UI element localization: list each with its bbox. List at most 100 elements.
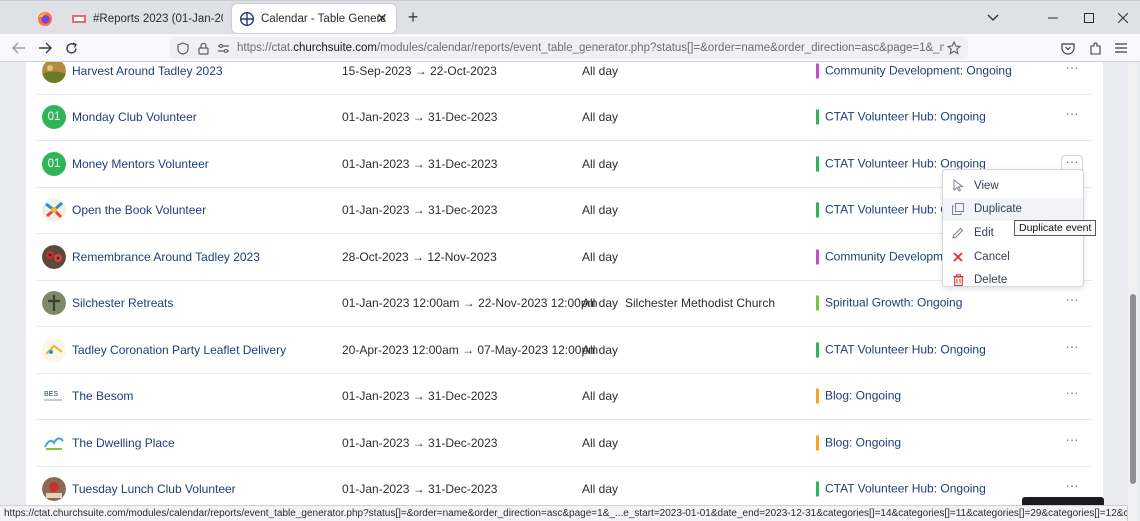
menu-item-label: Edit xyxy=(974,226,994,239)
pocket-button[interactable] xyxy=(1057,38,1079,58)
table-row[interactable]: Harvest Around Tadley 2023 15-Sep-2023 →… xyxy=(37,62,1092,95)
forward-button[interactable] xyxy=(34,38,56,58)
event-name-link[interactable]: Money Mentors Volunteer xyxy=(72,157,209,171)
extensions-button[interactable] xyxy=(1084,38,1106,58)
reports-favicon-icon xyxy=(72,14,86,23)
more-actions-button[interactable]: ··· xyxy=(1061,62,1083,80)
menu-item-delete[interactable]: Delete xyxy=(943,268,1083,292)
app-menu-button[interactable] xyxy=(1110,38,1132,58)
minimize-button[interactable] xyxy=(1040,1,1066,34)
tracking-protection-icon[interactable] xyxy=(173,38,193,58)
event-name-link[interactable]: Remembrance Around Tadley 2023 xyxy=(72,250,260,264)
table-row[interactable]: Tadley Coronation Party Leaflet Delivery… xyxy=(37,327,1092,374)
table-row[interactable]: The Dwelling Place 01-Jan-2023 → 31-Dec-… xyxy=(37,420,1092,467)
event-dates: 01-Jan-2023 → 31-Dec-2023 xyxy=(342,203,498,218)
tab-calendar[interactable]: Calendar - Table Generator ✕ xyxy=(232,4,396,33)
navigation-toolbar: https://ctat.churchsuite.com/modules/cal… xyxy=(0,34,1140,62)
event-dates: 15-Sep-2023 → 22-Oct-2023 xyxy=(342,63,497,78)
url-prefix: https://ctat. xyxy=(237,42,294,54)
copy-icon xyxy=(951,202,965,216)
event-category[interactable]: Spiritual Growth: Ongoing xyxy=(816,295,962,311)
event-allday: All day xyxy=(582,482,619,497)
table-row[interactable]: 01 Monday Club Volunteer 01-Jan-2023 → 3… xyxy=(37,95,1092,141)
event-category[interactable]: CTAT Volunteer Hub: Ongoing xyxy=(816,342,986,358)
event-name-link[interactable]: Tadley Coronation Party Leaflet Delivery xyxy=(72,343,286,357)
url-path: /modules/calendar/reports/event_table_ge… xyxy=(376,42,944,54)
event-allday: All day xyxy=(582,342,619,357)
event-category[interactable]: Community Developmen xyxy=(816,249,956,265)
hamburger-icon xyxy=(1115,43,1127,53)
menu-item-view[interactable]: View xyxy=(943,174,1083,198)
more-actions-button[interactable]: ··· xyxy=(1061,433,1083,452)
event-allday: All day xyxy=(582,110,619,125)
event-name-link[interactable]: The Besom xyxy=(72,389,133,403)
puzzle-icon xyxy=(1089,42,1101,55)
trash-icon xyxy=(951,273,965,287)
event-name-link[interactable]: Open the Book Volunteer xyxy=(72,203,206,217)
event-avatar xyxy=(42,291,66,316)
arrow-left-icon xyxy=(12,42,25,54)
page-permissions-icon[interactable] xyxy=(213,38,233,58)
more-actions-button[interactable]: ··· xyxy=(1061,386,1083,405)
lock-icon[interactable] xyxy=(193,38,213,58)
table-row[interactable]: Remembrance Around Tadley 2023 28-Oct-20… xyxy=(37,234,1092,281)
event-allday: All day xyxy=(582,389,619,404)
event-name-link[interactable]: Tuesday Lunch Club Volunteer xyxy=(72,482,236,496)
more-actions-button[interactable]: ··· xyxy=(1061,107,1083,126)
churchsuite-icon xyxy=(240,11,254,26)
tab-reports[interactable]: #Reports 2023 (01-Jan-2023) - C xyxy=(64,4,230,33)
event-category[interactable]: CTAT Volunteer Hub: Ongoing xyxy=(816,481,986,497)
table-row[interactable]: 01 Money Mentors Volunteer 01-Jan-2023 →… xyxy=(37,141,1092,188)
maximize-button[interactable] xyxy=(1076,1,1102,34)
page-viewport: Harvest Around Tadley 2023 15-Sep-2023 →… xyxy=(0,62,1140,521)
vertical-scrollbar[interactable] xyxy=(1128,62,1138,521)
reload-button[interactable] xyxy=(60,38,82,58)
event-dates: 28-Oct-2023 → 12-Nov-2023 xyxy=(342,249,497,264)
event-allday: All day xyxy=(582,203,619,218)
menu-item-label: Duplicate xyxy=(974,203,1022,216)
menu-item-cancel[interactable]: Cancel xyxy=(943,245,1083,269)
scrollbar-thumb[interactable] xyxy=(1130,294,1136,484)
tab-bar: #Reports 2023 (01-Jan-2023) - C Calendar… xyxy=(0,0,1140,34)
event-name-link[interactable]: Harvest Around Tadley 2023 xyxy=(72,64,223,78)
event-category[interactable]: Community Development: Ongoing xyxy=(816,63,1012,79)
back-button[interactable] xyxy=(8,38,30,58)
more-actions-button[interactable]: ··· xyxy=(1061,293,1083,312)
table-row[interactable]: Open the Book Volunteer 01-Jan-2023 → 31… xyxy=(37,188,1092,234)
duplicate-tooltip: Duplicate event xyxy=(1014,220,1097,236)
event-dates: 01-Jan-2023 → 31-Dec-2023 xyxy=(342,156,498,171)
pointer-icon xyxy=(951,179,965,193)
event-avatar xyxy=(42,430,66,455)
firefox-view-tab[interactable] xyxy=(28,4,62,33)
menu-item-label: Delete xyxy=(974,274,1008,287)
firefox-icon xyxy=(38,11,52,26)
event-category[interactable]: Blog: Ongoing xyxy=(816,435,901,451)
event-dates: 01-Jan-2023 → 31-Dec-2023 xyxy=(342,482,498,497)
event-avatar xyxy=(42,198,66,223)
chevron-down-icon xyxy=(987,14,999,21)
event-category[interactable]: Blog: Ongoing xyxy=(816,388,901,404)
event-avatar xyxy=(42,477,66,502)
close-window-button[interactable] xyxy=(1110,1,1136,34)
event-name-link[interactable]: The Dwelling Place xyxy=(72,436,175,450)
new-tab-button[interactable]: + xyxy=(403,7,423,27)
table-row[interactable]: Silchester Retreats 01-Jan-2023 12:00am … xyxy=(37,281,1092,327)
menu-item-label: Cancel xyxy=(974,250,1010,263)
event-category[interactable]: CTAT Volunteer Hub: Ongoing xyxy=(816,109,986,125)
more-actions-button[interactable]: ··· xyxy=(1061,479,1083,498)
menu-item-duplicate[interactable]: Duplicate xyxy=(943,197,1083,222)
maximize-icon xyxy=(1084,12,1094,23)
list-tabs-button[interactable] xyxy=(980,1,1006,34)
event-dates: 01-Jan-2023 → 31-Dec-2023 xyxy=(342,389,498,404)
event-allday: All day xyxy=(582,63,619,78)
event-allday: All day xyxy=(582,249,619,264)
bookmark-star-icon[interactable] xyxy=(944,38,964,58)
event-name-link[interactable]: Monday Club Volunteer xyxy=(72,110,197,124)
more-actions-button[interactable]: ··· xyxy=(1061,340,1083,359)
event-name-link[interactable]: Silchester Retreats xyxy=(72,296,173,310)
tab-close-icon[interactable]: ✕ xyxy=(374,10,390,26)
event-allday: All day xyxy=(582,296,619,311)
event-dates: 01-Jan-2023 12:00am → 22-Nov-2023 12:00p… xyxy=(342,296,598,311)
address-bar[interactable]: https://ctat.churchsuite.com/modules/cal… xyxy=(170,37,968,59)
table-row[interactable]: BES The Besom 01-Jan-2023 → 31-Dec-2023 … xyxy=(37,374,1092,420)
